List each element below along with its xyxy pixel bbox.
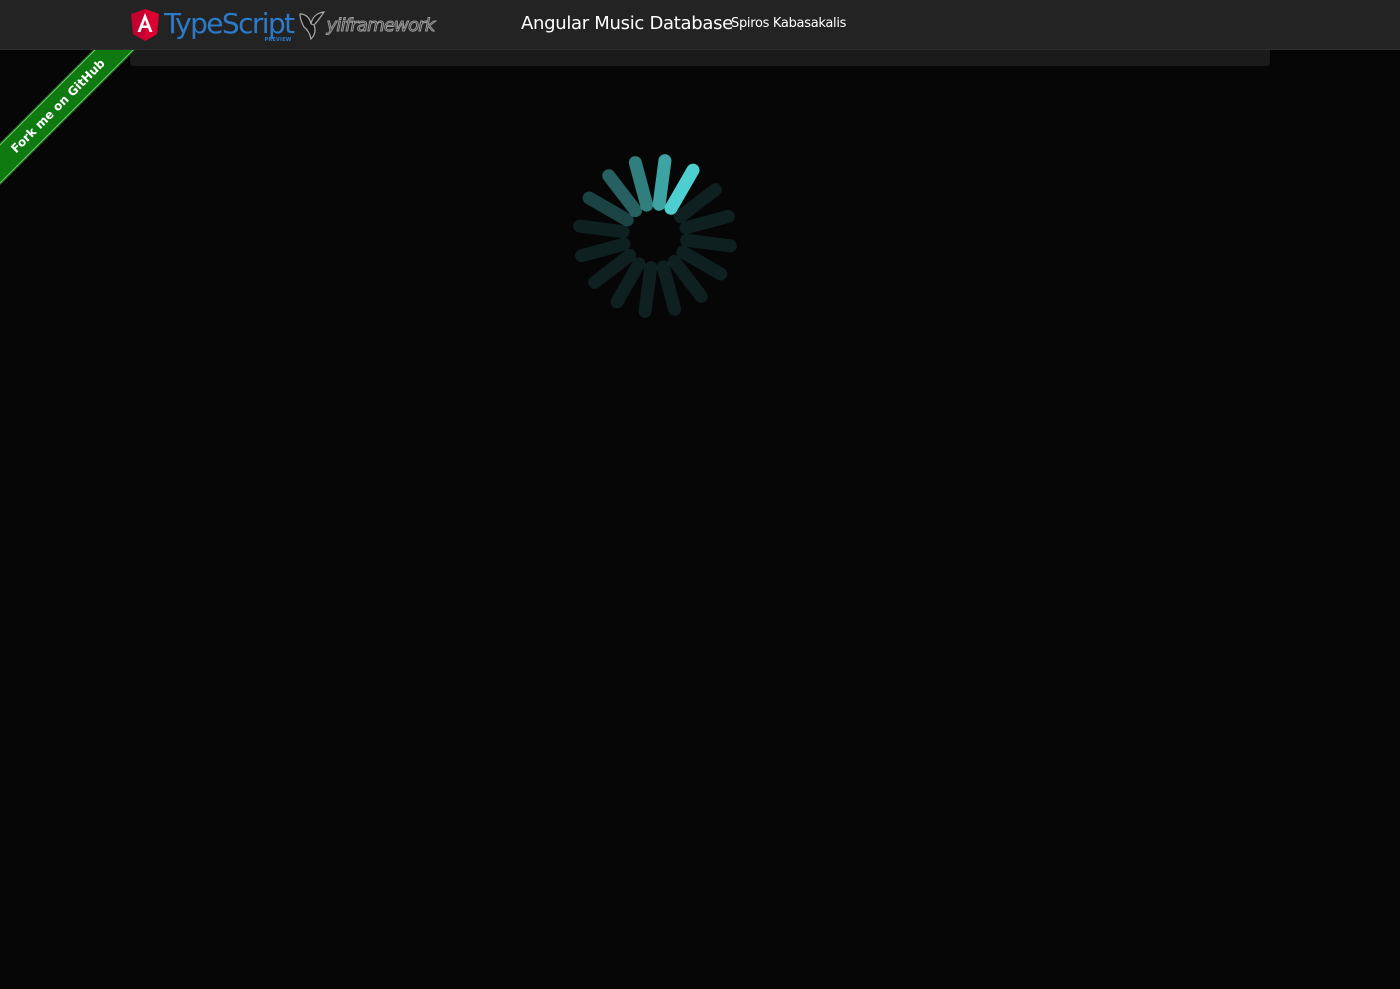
github-ribbon-container: Fork me on GitHub bbox=[0, 50, 150, 200]
typescript-preview-tag: PREVIEW bbox=[264, 37, 292, 43]
secondary-bar bbox=[130, 50, 1270, 66]
spinner-spoke bbox=[573, 219, 630, 239]
spinner-spoke bbox=[679, 209, 735, 235]
author-link[interactable]: Spiros Kabasakalis bbox=[731, 16, 846, 32]
spinner-spoke bbox=[656, 260, 682, 316]
angular-logo-icon[interactable] bbox=[130, 8, 160, 42]
spinner-spoke bbox=[638, 261, 658, 318]
spinner-spoke bbox=[652, 154, 672, 211]
loading-spinner-icon bbox=[573, 154, 737, 318]
yii-framework-logo[interactable]: yiiframework bbox=[298, 6, 436, 44]
yii-logo-text: yiiframework bbox=[326, 14, 436, 36]
typescript-logo[interactable]: TypeScript PREVIEW bbox=[164, 6, 295, 44]
spinner-spoke bbox=[680, 233, 737, 253]
top-navbar: TypeScript PREVIEW yiiframework Angular … bbox=[0, 0, 1400, 50]
spinner-spoke bbox=[628, 156, 654, 212]
spinner-spoke bbox=[575, 237, 631, 263]
fork-on-github-ribbon[interactable]: Fork me on GitHub bbox=[0, 50, 139, 187]
yii-bird-icon bbox=[298, 11, 325, 40]
logo-group: TypeScript PREVIEW yiiframework bbox=[130, 6, 436, 44]
app-title[interactable]: Angular Music Database bbox=[521, 12, 733, 36]
